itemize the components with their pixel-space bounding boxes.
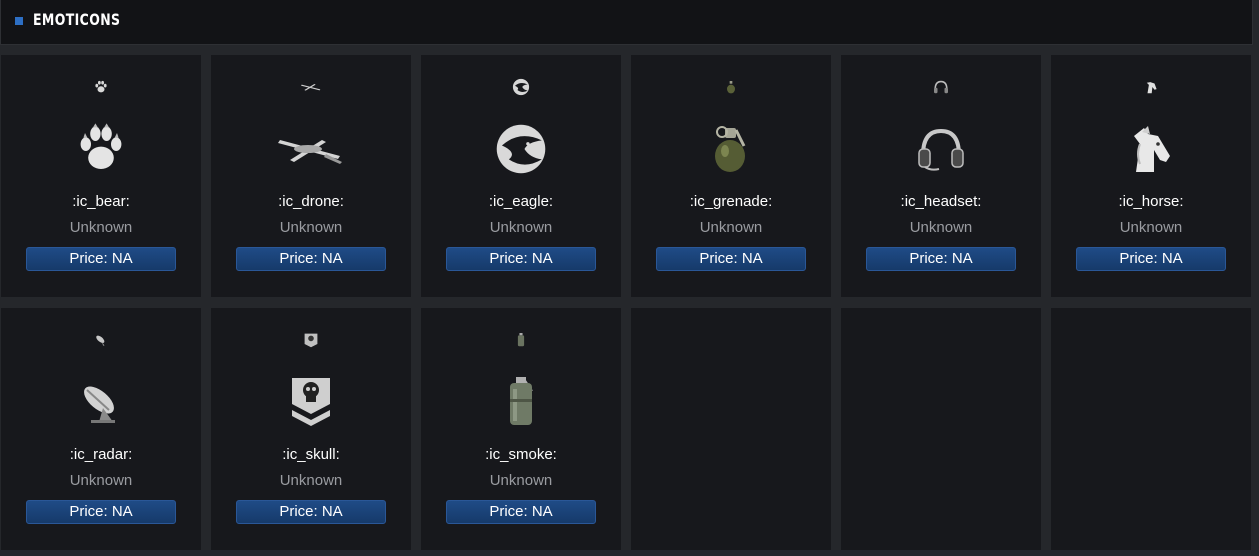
emoticon-status: Unknown (489, 472, 553, 489)
emoticon-name: :ic_headset: (900, 193, 982, 210)
emoticon-card-drone[interactable]: :ic_drone: Unknown Price: NA (211, 55, 411, 297)
grenade-icon (701, 119, 761, 179)
section-title: EMOTICONS (33, 10, 121, 29)
horse-icon (1139, 75, 1163, 99)
emoticon-card-radar[interactable]: :ic_radar: Unknown Price: NA (1, 308, 201, 550)
bear-paw-icon (71, 119, 131, 179)
price-button[interactable]: Price: NA (26, 247, 176, 271)
header-marker (15, 17, 23, 25)
smoke-grenade-icon (491, 372, 551, 432)
emoticon-card-skull[interactable]: :ic_skull: Unknown Price: NA (211, 308, 411, 550)
emoticon-status: Unknown (279, 472, 343, 489)
radar-dish-icon (71, 372, 131, 432)
emoticon-name: :ic_grenade: (689, 193, 773, 210)
price-button[interactable]: Price: NA (26, 500, 176, 524)
price-button[interactable]: Price: NA (866, 247, 1016, 271)
price-button[interactable]: Price: NA (236, 247, 386, 271)
emoticon-card-grenade[interactable]: :ic_grenade: Unknown Price: NA (631, 55, 831, 297)
price-button[interactable]: Price: NA (1076, 247, 1226, 271)
emoticon-name: :ic_bear: (72, 193, 130, 210)
empty-card (1051, 308, 1251, 550)
emoticon-name: :ic_horse: (1118, 193, 1184, 210)
emoticon-name: :ic_eagle: (488, 193, 554, 210)
smoke-grenade-icon (509, 328, 533, 352)
skull-chevron-icon (299, 328, 323, 352)
emoticon-card-horse[interactable]: :ic_horse: Unknown Price: NA (1051, 55, 1251, 297)
eagle-icon (491, 119, 551, 179)
skull-chevron-icon (281, 372, 341, 432)
price-button[interactable]: Price: NA (446, 500, 596, 524)
drone-icon (276, 119, 346, 179)
emoticon-name: :ic_radar: (69, 446, 133, 463)
empty-card (631, 308, 831, 550)
emoticon-status: Unknown (699, 219, 763, 236)
emoticon-name: :ic_smoke: (485, 446, 557, 463)
radar-dish-icon (89, 328, 113, 352)
bear-paw-icon (89, 75, 113, 99)
price-button[interactable]: Price: NA (236, 500, 386, 524)
headset-icon (929, 75, 953, 99)
price-button[interactable]: Price: NA (656, 247, 806, 271)
emoticon-status: Unknown (489, 219, 553, 236)
emoticon-status: Unknown (279, 219, 343, 236)
emoticon-card-bear[interactable]: :ic_bear: Unknown Price: NA (1, 55, 201, 297)
emoticon-name: :ic_skull: (282, 446, 340, 463)
emoticon-card-eagle[interactable]: :ic_eagle: Unknown Price: NA (421, 55, 621, 297)
headset-icon (911, 119, 971, 179)
section-header: EMOTICONS (0, 0, 1253, 45)
emoticon-card-smoke[interactable]: :ic_smoke: Unknown Price: NA (421, 308, 621, 550)
eagle-icon (509, 75, 533, 99)
empty-card (841, 308, 1041, 550)
emoticon-status: Unknown (69, 472, 133, 489)
emoticon-status: Unknown (69, 219, 133, 236)
emoticon-status: Unknown (1119, 219, 1183, 236)
horse-icon (1121, 119, 1181, 179)
emoticon-name: :ic_drone: (278, 193, 344, 210)
emoticon-status: Unknown (909, 219, 973, 236)
grenade-icon (719, 75, 743, 99)
emoticon-card-headset[interactable]: :ic_headset: Unknown Price: NA (841, 55, 1041, 297)
price-button[interactable]: Price: NA (446, 247, 596, 271)
drone-icon (299, 75, 323, 99)
